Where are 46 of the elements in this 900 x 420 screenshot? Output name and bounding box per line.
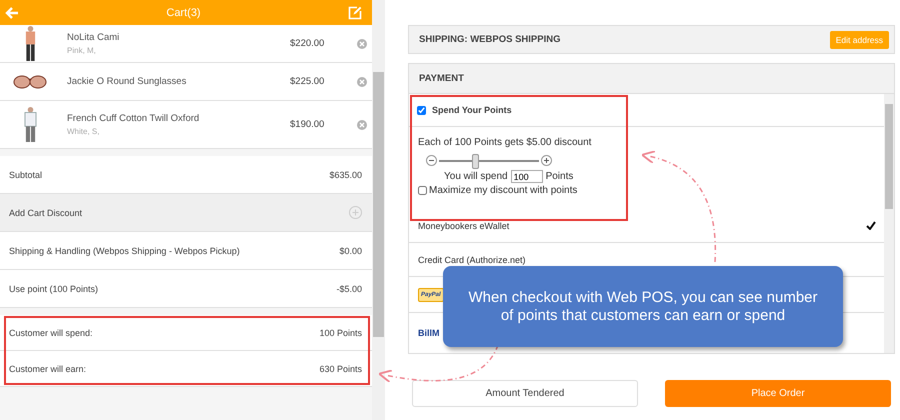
maximize-checkbox[interactable] — [418, 186, 427, 195]
maximize-label: Maximize my discount with points — [429, 185, 578, 196]
points-rule: Each of 100 Points gets $5.00 discount — [418, 137, 592, 148]
total-label: Use point (100 Points) — [9, 284, 98, 294]
remove-icon[interactable] — [357, 120, 367, 130]
total-value: $635.00 — [329, 170, 362, 180]
remove-icon[interactable] — [357, 38, 367, 48]
remove-icon[interactable] — [357, 76, 367, 86]
product-name: Jackie O Round Sunglasses — [67, 76, 188, 87]
spend-points-label: Spend Your Points — [432, 105, 512, 115]
payment-method[interactable]: Moneybookers eWallet — [409, 209, 884, 243]
check-icon — [866, 221, 876, 230]
shipping-title: SHIPPING: WEBPOS SHIPPING — [419, 34, 560, 45]
product-options: Pink, M, — [67, 46, 267, 55]
points-value: 100 Points — [319, 328, 362, 338]
points-label: Customer will earn: — [9, 364, 86, 374]
back-arrow-icon[interactable] — [5, 6, 19, 18]
total-value: $0.00 — [339, 246, 362, 256]
discount-label: Add Cart Discount — [9, 208, 82, 218]
points-label: Customer will spend: — [9, 328, 93, 338]
add-discount-row[interactable]: Add Cart Discount — [0, 194, 372, 232]
total-label: Subtotal — [9, 170, 42, 180]
minus-icon[interactable] — [426, 155, 437, 166]
product-name: French Cuff Cotton Twill Oxford — [67, 113, 200, 124]
edit-icon[interactable] — [348, 6, 362, 20]
scrollbar[interactable] — [372, 0, 385, 420]
product-price: $225.00 — [290, 76, 326, 87]
total-value: -$5.00 — [336, 284, 362, 294]
product-price: $190.00 — [290, 119, 326, 130]
payment-title: PAYMENT — [419, 73, 464, 84]
product-name: NoLita Cami — [67, 32, 120, 43]
add-icon[interactable] — [349, 206, 362, 219]
points-value: 630 Points — [319, 364, 362, 374]
scrollbar[interactable] — [884, 94, 894, 353]
cart-title: Cart(3) — [166, 6, 201, 18]
spend-points-checkbox[interactable] — [417, 106, 426, 114]
spend-prefix: You will spend — [444, 171, 508, 182]
product-price: $220.00 — [290, 38, 326, 49]
total-label: Shipping & Handling (Webpos Shipping - Webpos Pickup) — [9, 246, 240, 256]
spend-suffix: Points — [546, 171, 574, 182]
amount-tendered-button[interactable]: Amount Tendered — [412, 380, 638, 407]
plus-icon[interactable] — [541, 155, 552, 166]
points-input[interactable]: 100 — [510, 170, 543, 183]
slider-handle[interactable] — [472, 154, 479, 169]
callout-text: When checkout with Web POS, you can see number of points that customers can earn or spend — [467, 288, 819, 324]
product-options: White, S, — [67, 127, 267, 136]
